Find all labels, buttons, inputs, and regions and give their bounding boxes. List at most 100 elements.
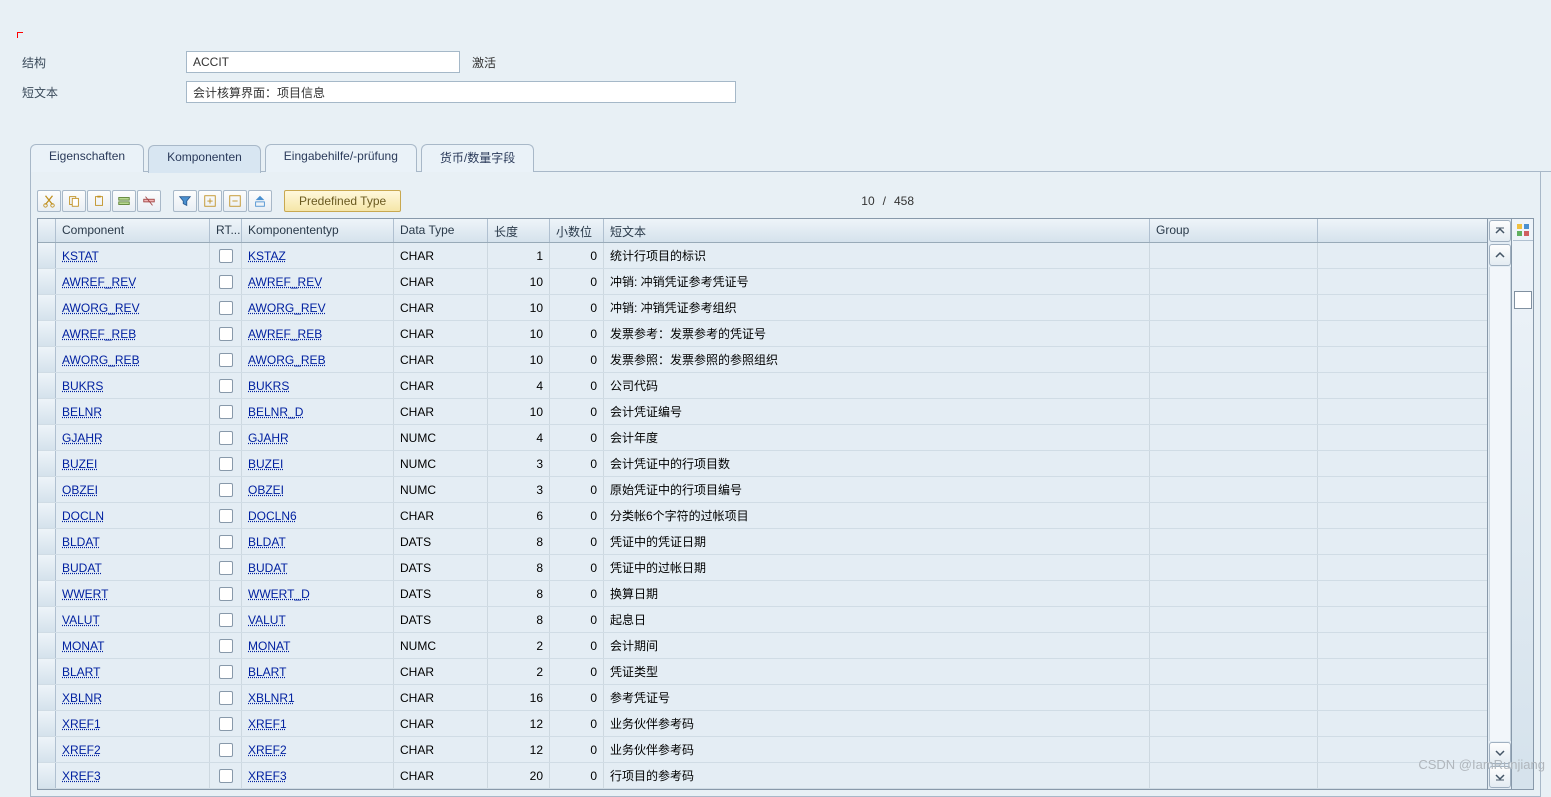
cell-komponententyp[interactable]: XREF2 bbox=[242, 737, 394, 762]
cell-komponententyp[interactable]: XREF1 bbox=[242, 711, 394, 736]
tab-eingabehilfe[interactable]: Eingabehilfe/-prüfung bbox=[265, 144, 417, 172]
marker-box[interactable] bbox=[1514, 291, 1532, 309]
col-group[interactable]: Group bbox=[1150, 219, 1318, 242]
hierarchy-button[interactable] bbox=[248, 190, 272, 212]
shorttext-input[interactable] bbox=[186, 81, 736, 103]
cell-rt-checkbox[interactable] bbox=[210, 477, 242, 502]
tab-eigenschaften[interactable]: Eigenschaften bbox=[30, 144, 144, 172]
cell-rt-checkbox[interactable] bbox=[210, 295, 242, 320]
row-selector[interactable] bbox=[38, 243, 56, 268]
cell-rt-checkbox[interactable] bbox=[210, 373, 242, 398]
cell-component[interactable]: XREF3 bbox=[56, 763, 210, 788]
cell-component[interactable]: BUDAT bbox=[56, 555, 210, 580]
paste-button[interactable] bbox=[87, 190, 111, 212]
insert-row-button[interactable] bbox=[112, 190, 136, 212]
cell-component[interactable]: BUKRS bbox=[56, 373, 210, 398]
cell-komponententyp[interactable]: BLDAT bbox=[242, 529, 394, 554]
vertical-scrollbar[interactable] bbox=[1488, 218, 1512, 790]
cell-rt-checkbox[interactable] bbox=[210, 581, 242, 606]
cell-rt-checkbox[interactable] bbox=[210, 321, 242, 346]
expand-button[interactable] bbox=[198, 190, 222, 212]
col-shorttext[interactable]: 短文本 bbox=[604, 219, 1150, 242]
cell-rt-checkbox[interactable] bbox=[210, 529, 242, 554]
cell-rt-checkbox[interactable] bbox=[210, 347, 242, 372]
cell-component[interactable]: AWREF_REV bbox=[56, 269, 210, 294]
cell-component[interactable]: DOCLN bbox=[56, 503, 210, 528]
structure-input[interactable] bbox=[186, 51, 460, 73]
cell-rt-checkbox[interactable] bbox=[210, 243, 242, 268]
delete-row-button[interactable] bbox=[137, 190, 161, 212]
cell-komponententyp[interactable]: OBZEI bbox=[242, 477, 394, 502]
cell-komponententyp[interactable]: BUZEI bbox=[242, 451, 394, 476]
grid-settings-button[interactable] bbox=[1513, 219, 1533, 241]
cell-komponententyp[interactable]: MONAT bbox=[242, 633, 394, 658]
row-selector[interactable] bbox=[38, 763, 56, 788]
scroll-up-button[interactable] bbox=[1489, 244, 1511, 266]
row-selector[interactable] bbox=[38, 529, 56, 554]
cell-komponententyp[interactable]: DOCLN6 bbox=[242, 503, 394, 528]
cell-komponententyp[interactable]: BLART bbox=[242, 659, 394, 684]
cell-komponententyp[interactable]: AWORG_REB bbox=[242, 347, 394, 372]
collapse-button[interactable] bbox=[223, 190, 247, 212]
row-selector[interactable] bbox=[38, 269, 56, 294]
row-selector[interactable] bbox=[38, 503, 56, 528]
cell-rt-checkbox[interactable] bbox=[210, 425, 242, 450]
cell-component[interactable]: BLART bbox=[56, 659, 210, 684]
cell-komponententyp[interactable]: AWREF_REV bbox=[242, 269, 394, 294]
cell-component[interactable]: GJAHR bbox=[56, 425, 210, 450]
cell-rt-checkbox[interactable] bbox=[210, 685, 242, 710]
cell-komponententyp[interactable]: XREF3 bbox=[242, 763, 394, 788]
cell-component[interactable]: KSTAT bbox=[56, 243, 210, 268]
cell-rt-checkbox[interactable] bbox=[210, 451, 242, 476]
cell-component[interactable]: BELNR bbox=[56, 399, 210, 424]
cell-rt-checkbox[interactable] bbox=[210, 555, 242, 580]
col-rt[interactable]: RT... bbox=[210, 219, 242, 242]
cell-rt-checkbox[interactable] bbox=[210, 607, 242, 632]
row-selector[interactable] bbox=[38, 321, 56, 346]
cell-komponententyp[interactable]: BELNR_D bbox=[242, 399, 394, 424]
cell-komponententyp[interactable]: GJAHR bbox=[242, 425, 394, 450]
cell-component[interactable]: XBLNR bbox=[56, 685, 210, 710]
cell-rt-checkbox[interactable] bbox=[210, 633, 242, 658]
row-selector[interactable] bbox=[38, 711, 56, 736]
cell-component[interactable]: BUZEI bbox=[56, 451, 210, 476]
cell-komponententyp[interactable]: VALUT bbox=[242, 607, 394, 632]
cell-component[interactable]: OBZEI bbox=[56, 477, 210, 502]
row-selector[interactable] bbox=[38, 607, 56, 632]
col-component[interactable]: Component bbox=[56, 219, 210, 242]
cell-komponententyp[interactable]: BUKRS bbox=[242, 373, 394, 398]
row-selector[interactable] bbox=[38, 685, 56, 710]
col-length[interactable]: 长度 bbox=[488, 219, 550, 242]
copy-button[interactable] bbox=[62, 190, 86, 212]
cell-komponententyp[interactable]: AWREF_REB bbox=[242, 321, 394, 346]
cell-rt-checkbox[interactable] bbox=[210, 503, 242, 528]
cell-rt-checkbox[interactable] bbox=[210, 737, 242, 762]
row-selector[interactable] bbox=[38, 737, 56, 762]
row-selector[interactable] bbox=[38, 659, 56, 684]
row-selector[interactable] bbox=[38, 581, 56, 606]
col-datatype[interactable]: Data Type bbox=[394, 219, 488, 242]
cell-rt-checkbox[interactable] bbox=[210, 269, 242, 294]
cell-rt-checkbox[interactable] bbox=[210, 711, 242, 736]
row-selector[interactable] bbox=[38, 399, 56, 424]
cell-komponententyp[interactable]: BUDAT bbox=[242, 555, 394, 580]
tab-komponenten[interactable]: Komponenten bbox=[148, 145, 261, 173]
cell-component[interactable]: XREF2 bbox=[56, 737, 210, 762]
cell-component[interactable]: BLDAT bbox=[56, 529, 210, 554]
row-selector[interactable] bbox=[38, 347, 56, 372]
col-komponententyp[interactable]: Komponententyp bbox=[242, 219, 394, 242]
filter-button[interactable] bbox=[173, 190, 197, 212]
cell-component[interactable]: AWORG_REV bbox=[56, 295, 210, 320]
cell-component[interactable]: VALUT bbox=[56, 607, 210, 632]
cell-component[interactable]: AWORG_REB bbox=[56, 347, 210, 372]
row-selector[interactable] bbox=[38, 373, 56, 398]
cell-komponententyp[interactable]: XBLNR1 bbox=[242, 685, 394, 710]
predefined-type-button[interactable]: Predefined Type bbox=[284, 190, 401, 212]
col-decimals[interactable]: 小数位 bbox=[550, 219, 604, 242]
cell-rt-checkbox[interactable] bbox=[210, 659, 242, 684]
cell-rt-checkbox[interactable] bbox=[210, 399, 242, 424]
cell-component[interactable]: MONAT bbox=[56, 633, 210, 658]
cell-rt-checkbox[interactable] bbox=[210, 763, 242, 788]
cell-komponententyp[interactable]: WWERT_D bbox=[242, 581, 394, 606]
row-selector[interactable] bbox=[38, 295, 56, 320]
